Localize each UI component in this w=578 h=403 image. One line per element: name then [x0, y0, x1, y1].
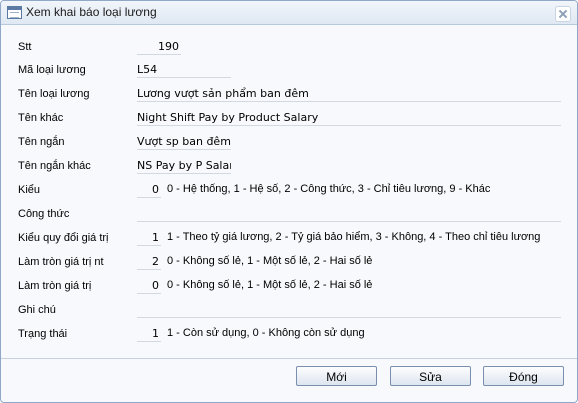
ma-loai-luong-field[interactable]: L54 — [137, 60, 231, 78]
footer-divider — [1, 358, 577, 359]
lam-tron-nt-label: Làm tròn giá trị nt — [18, 256, 104, 268]
kieu-quy-doi-label: Kiểu quy đổi giá trị — [18, 232, 109, 244]
lam-tron-hint: 0 - Không số lẻ, 1 - Một số lẻ, 2 - Hai … — [167, 279, 373, 291]
lam-tron-label: Làm tròn giá trị — [18, 280, 92, 292]
lam-tron-nt-hint: 0 - Không số lẻ, 1 - Một số lẻ, 2 - Hai … — [167, 255, 373, 267]
edit-button[interactable]: Sửa — [390, 366, 471, 386]
close-button[interactable]: Đóng — [483, 366, 564, 386]
trang-thai-label: Trạng thái — [18, 328, 68, 340]
row-ten-khac: Tên khác Night Shift Pay by Product Sala… — [1, 108, 577, 130]
row-ma-loai-luong: Mã loại lương L54 — [1, 60, 577, 82]
stt-label: Stt — [18, 41, 32, 53]
ten-khac-field[interactable]: Night Shift Pay by Product Salary — [137, 108, 561, 126]
row-trang-thai: Trạng thái 1 1 - Còn sử dụng, 0 - Không … — [1, 324, 577, 346]
row-kieu-quy-doi: Kiểu quy đổi giá trị 1 1 - Theo tỷ giá l… — [1, 228, 577, 250]
kieu-quy-doi-field[interactable]: 1 — [137, 228, 161, 246]
cong-thuc-label: Công thức — [18, 208, 70, 220]
row-kieu: Kiểu 0 0 - Hệ thống, 1 - Hệ số, 2 - Công… — [1, 180, 577, 202]
row-stt: Stt 190 — [1, 37, 577, 59]
kieu-hint: 0 - Hệ thống, 1 - Hệ số, 2 - Công thức, … — [167, 183, 491, 195]
ten-ngan-khac-field[interactable]: NS Pay by P Salary — [137, 156, 231, 174]
row-ten-ngan-khac: Tên ngắn khác NS Pay by P Salary — [1, 156, 577, 178]
form-icon — [7, 6, 22, 19]
row-lam-tron-nt: Làm tròn giá trị nt 2 0 - Không số lẻ, 1… — [1, 252, 577, 274]
trang-thai-hint: 1 - Còn sử dụng, 0 - Không còn sử dụng — [167, 327, 365, 339]
ten-ngan-label: Tên ngắn — [18, 136, 65, 148]
ten-khac-label: Tên khác — [18, 112, 64, 124]
new-button[interactable]: Mới — [296, 366, 377, 386]
lam-tron-nt-field[interactable]: 2 — [137, 252, 161, 270]
row-ten-loai-luong: Tên loại lương Lương vượt sản phẩm ban đ… — [1, 84, 577, 106]
trang-thai-field[interactable]: 1 — [137, 324, 161, 342]
close-icon[interactable] — [555, 6, 571, 22]
ghi-chu-field[interactable] — [137, 300, 561, 318]
ma-loai-luong-label: Mã loại lương — [18, 64, 86, 76]
ten-ngan-field[interactable]: Vượt sp ban đêm — [137, 132, 231, 150]
ten-ngan-khac-label: Tên ngắn khác — [18, 160, 91, 172]
cong-thuc-field[interactable] — [137, 204, 561, 222]
row-lam-tron: Làm tròn giá trị 0 0 - Không số lẻ, 1 - … — [1, 276, 577, 298]
window-title: Xem khai báo loại lương — [26, 5, 157, 19]
view-salary-type-dialog: Xem khai báo loại lương Stt 190 Mã loại … — [0, 0, 578, 403]
ten-loai-luong-label: Tên loại lương — [18, 88, 90, 100]
row-cong-thuc: Công thức — [1, 204, 577, 226]
row-ghi-chu: Ghi chú — [1, 300, 577, 322]
ten-loai-luong-field[interactable]: Lương vượt sản phẩm ban đêm — [137, 84, 561, 102]
kieu-field[interactable]: 0 — [137, 180, 161, 198]
kieu-quy-doi-hint: 1 - Theo tỷ giá lương, 2 - Tỷ giá bảo hi… — [167, 231, 541, 243]
lam-tron-field[interactable]: 0 — [137, 276, 161, 294]
title-bar: Xem khai báo loại lương — [1, 1, 577, 25]
stt-field[interactable]: 190 — [137, 37, 181, 55]
kieu-label: Kiểu — [18, 184, 41, 196]
ghi-chu-label: Ghi chú — [18, 304, 56, 316]
row-ten-ngan: Tên ngắn Vượt sp ban đêm — [1, 132, 577, 154]
